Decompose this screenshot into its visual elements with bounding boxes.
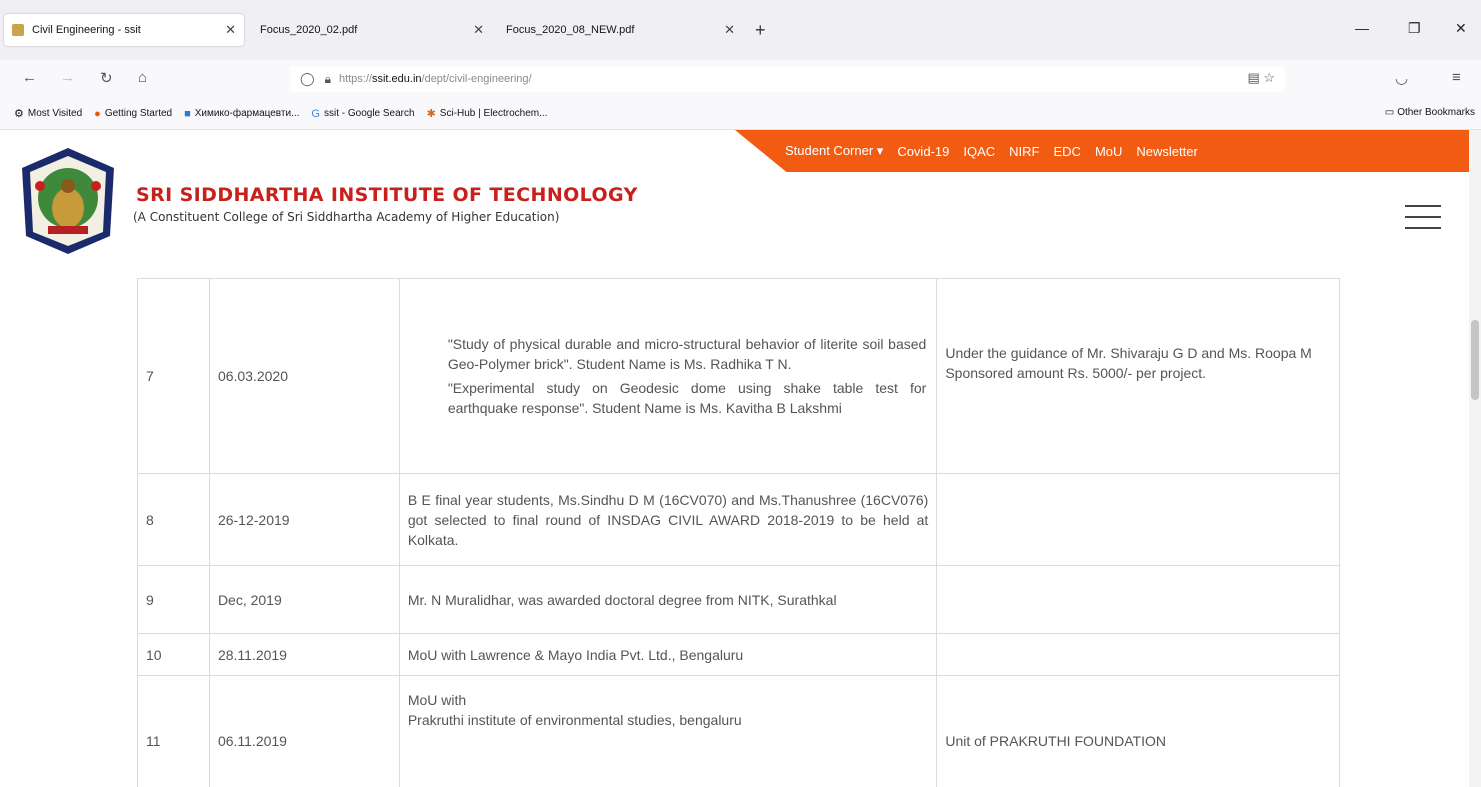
- nav-iqac[interactable]: IQAC: [963, 144, 995, 159]
- date-cell: Dec, 2019: [208, 565, 400, 634]
- pocket-icon[interactable]: ◡: [1395, 69, 1408, 87]
- nav-covid-19[interactable]: Covid-19: [897, 144, 949, 159]
- menu-icon[interactable]: ≡: [1452, 69, 1461, 86]
- tracking-shield-icon[interactable]: ◯: [300, 71, 315, 87]
- scihub-icon: ✱: [426, 108, 436, 120]
- table-row: 7 06.03.2020 "Study of physical durable …: [137, 278, 1340, 474]
- bookmark-scihub[interactable]: ✱ Sci-Hub | Electrochem...: [427, 107, 548, 120]
- serial-number: 10: [137, 633, 210, 676]
- home-icon[interactable]: ⌂: [138, 69, 147, 86]
- institute-subtitle: (A Constituent College of Sri Siddhartha…: [133, 210, 560, 224]
- remarks-cell: [936, 565, 1340, 634]
- tab-civil-engineering[interactable]: Civil Engineering - ssit ✕: [4, 14, 244, 46]
- remarks-cell: [936, 633, 1340, 676]
- table-row: 9 Dec, 2019 Mr. N Muralidhar, was awarde…: [137, 565, 1340, 634]
- description-cell: Mr. N Muralidhar, was awarded doctoral d…: [398, 565, 938, 634]
- tab-focus-2020-02[interactable]: Focus_2020_02.pdf ✕: [252, 14, 492, 46]
- table-row: 11 06.11.2019 MoU with Prakruthi institu…: [137, 675, 1340, 787]
- close-tab-icon[interactable]: ✕: [473, 22, 484, 38]
- back-arrow-icon[interactable]: ←: [22, 69, 37, 86]
- bookmark-google-search[interactable]: Gssit - Google Search: [311, 108, 414, 120]
- other-bookmarks[interactable]: ▭ Other Bookmarks: [1385, 107, 1475, 118]
- remarks-cell: [936, 473, 1340, 566]
- remarks-cell: Under the guidance of Mr. Shivaraju G D …: [936, 278, 1340, 474]
- minimize-button[interactable]: —: [1355, 20, 1369, 36]
- date-cell: 26-12-2019: [208, 473, 400, 566]
- bookmark-icon: ■: [184, 107, 191, 120]
- firefox-icon: ●: [94, 107, 101, 120]
- description-cell: MoU with Prakruthi institute of environm…: [398, 675, 938, 787]
- lock-icon[interactable]: 🔒︎: [325, 72, 331, 87]
- date-cell: 06.03.2020: [208, 278, 400, 474]
- bookmark-most-visited[interactable]: ⚙ Most Visited: [14, 107, 82, 120]
- date-cell: 06.11.2019: [208, 675, 400, 787]
- description-cell: MoU with Lawrence & Mayo India Pvt. Ltd.…: [398, 633, 938, 676]
- table-row: 8 26-12-2019 B E final year students, Ms…: [137, 473, 1340, 566]
- remarks-cell: Unit of PRAKRUTHI FOUNDATION: [936, 675, 1340, 787]
- tab-focus-2020-08[interactable]: Focus_2020_08_NEW.pdf ✕: [498, 14, 743, 46]
- nav-student-corner[interactable]: Student Corner ▾: [785, 143, 883, 159]
- new-tab-button[interactable]: +: [755, 20, 766, 41]
- address-bar[interactable]: ◯ 🔒︎ https://ssit.edu.in/dept/civil-engi…: [290, 66, 1285, 92]
- serial-number: 7: [137, 278, 210, 474]
- description-cell: "Study of physical durable and micro-str…: [398, 278, 938, 474]
- hamburger-menu-icon[interactable]: [1405, 205, 1441, 231]
- tab-strip: Civil Engineering - ssit ✕ Focus_2020_02…: [0, 0, 1481, 60]
- bookmark-himiko[interactable]: ■ Химико-фармацевти...: [184, 108, 299, 120]
- tab-title: Focus_2020_08_NEW.pdf: [506, 24, 635, 36]
- bookmarks-toolbar: ⚙ Most Visited ● Getting Started ■ Химико-ф…: [0, 98, 1481, 130]
- tab-title: Focus_2020_02.pdf: [260, 24, 358, 36]
- description-line: "Experimental study on Geodesic dome usi…: [447, 380, 927, 416]
- folder-icon: ▭: [1384, 107, 1395, 118]
- description-line: Prakruthi institute of environmental stu…: [407, 712, 742, 728]
- navigation-toolbar: ← → ↻ ⌂ ◯ 🔒︎ https://ssit.edu.in/dept/ci…: [0, 60, 1481, 98]
- description-line: MoU with: [407, 692, 467, 708]
- table-row: 10 28.11.2019 MoU with Lawrence & Mayo I…: [137, 633, 1340, 676]
- close-window-button[interactable]: ✕: [1455, 20, 1467, 37]
- gear-icon: ⚙: [14, 108, 24, 120]
- scrollbar-thumb[interactable]: [1471, 320, 1479, 400]
- url-text[interactable]: https://ssit.edu.in/dept/civil-engineeri…: [339, 73, 532, 85]
- date-cell: 28.11.2019: [208, 633, 400, 676]
- nav-edc[interactable]: EDC: [1053, 144, 1080, 159]
- close-tab-icon[interactable]: ✕: [225, 22, 236, 38]
- description-line: "Study of physical durable and micro-str…: [447, 336, 927, 372]
- close-tab-icon[interactable]: ✕: [724, 22, 735, 38]
- nav-nirf[interactable]: NIRF: [1009, 144, 1039, 159]
- restore-button[interactable]: ❐: [1408, 20, 1421, 37]
- forward-arrow-icon[interactable]: →: [60, 69, 75, 86]
- nav-mou[interactable]: MoU: [1095, 144, 1122, 159]
- reader-view-icon[interactable]: ▤ ☆: [1247, 70, 1275, 86]
- serial-number: 8: [137, 473, 210, 566]
- reload-icon[interactable]: ↻: [100, 69, 113, 87]
- scrollbar[interactable]: [1469, 130, 1481, 787]
- achievements-table: 7 06.03.2020 "Study of physical durable …: [137, 278, 1340, 787]
- institute-logo[interactable]: [18, 146, 118, 256]
- bookmark-getting-started[interactable]: ● Getting Started: [94, 108, 172, 120]
- nav-newsletter[interactable]: Newsletter: [1136, 144, 1197, 159]
- top-navigation: Student Corner ▾ Covid-19 IQAC NIRF EDC …: [735, 130, 1470, 172]
- serial-number: 9: [137, 565, 210, 634]
- page-viewport: Student Corner ▾ Covid-19 IQAC NIRF EDC …: [0, 130, 1481, 787]
- serial-number: 11: [137, 675, 210, 787]
- tab-title: Civil Engineering - ssit: [32, 24, 141, 36]
- description-cell: B E final year students, Ms.Sindhu D M (…: [398, 473, 938, 566]
- remarks-line: Sponsored amount Rs. 5000/- per project.: [945, 365, 1207, 381]
- remarks-line: Under the guidance of Mr. Shivaraju G D …: [945, 345, 1312, 361]
- ssit-favicon-icon: [12, 24, 24, 36]
- google-icon: G: [311, 107, 320, 120]
- institute-title[interactable]: SRI SIDDHARTHA INSTITUTE OF TECHNOLOGY: [136, 184, 638, 206]
